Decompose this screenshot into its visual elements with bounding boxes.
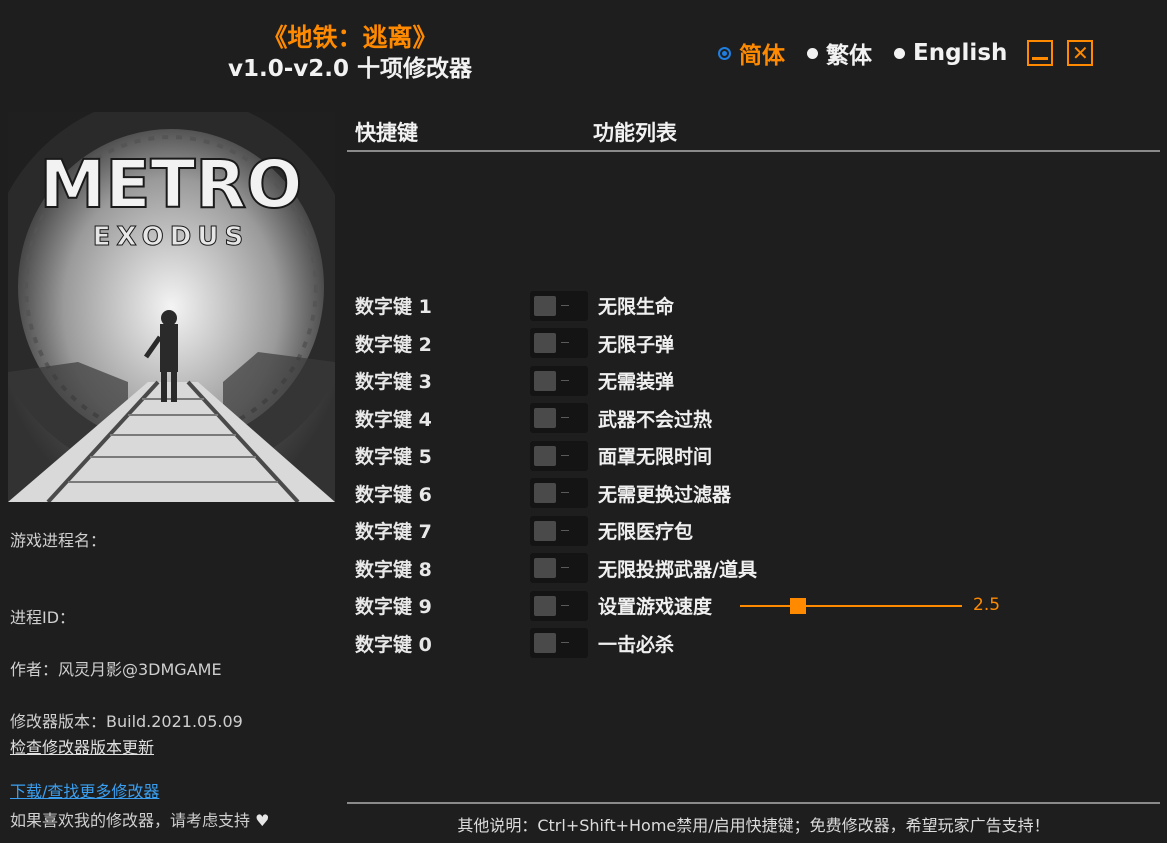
toggle-dash [561,454,569,456]
hotkey-label: 数字键 5 [355,446,432,469]
toggle-switch[interactable] [530,553,588,584]
radio-icon [894,47,905,59]
footer-note: 其他说明：Ctrl+Shift+Home禁用/启用快捷键；免费修改器，希望玩家广… [457,816,1050,835]
cheat-row: 数字键 9 设置游戏速度 2.5 [355,587,1000,625]
language-selector: 简体 繁体 English ✕ [718,36,1094,70]
feature-label: 无需装弹 [598,371,675,394]
cheat-row: 数字键 5 面罩无限时间 [355,437,757,475]
radio-selected-icon [718,46,731,60]
process-name-label: 游戏进程名： [10,531,107,550]
lang-label-simplified: 简体 [739,43,785,69]
hotkey-label: 数字键 9 [355,596,432,619]
toggle-knob [534,370,556,391]
toggle-switch[interactable] [530,478,588,509]
footer-divider [347,802,1160,804]
hotkey-label: 数字键 2 [355,333,432,356]
lang-label-english: English [913,40,1008,66]
toggle-knob [534,445,556,466]
toggle-knob [534,633,556,654]
toggle-dash [561,529,569,531]
toggle-dash [561,567,569,569]
toggle-dash [561,342,569,344]
toggle-switch[interactable] [530,628,588,659]
game-cover-image: METRO EXODUS [8,112,335,502]
hotkey-label: 数字键 4 [355,408,432,431]
author-label: 作者：风灵月影@3DMGAME [10,660,222,679]
feature-label: 无限医疗包 [598,521,694,544]
toggle-knob [534,520,556,541]
game-speed-slider-track[interactable] [740,605,962,607]
cheat-row: 数字键 2 无限子弹 [355,325,757,363]
lang-option-simplified[interactable]: 简体 [718,36,785,70]
hotkey-label: 数字键 1 [355,296,432,319]
cheat-row: 数字键 7 无限医疗包 [355,512,757,550]
cheat-row: 数字键 4 武器不会过热 [355,400,757,438]
version-label: 修改器版本：Build.2021.05.09 [10,712,243,731]
toggle-dash [561,642,569,644]
app-subtitle: v1.0-v2.0 十项修改器 [227,56,473,82]
cheat-list: 数字键 1 无限生命 数字键 2 无限子弹 数字键 3 无需装弹 数字键 4 武… [355,287,1000,663]
header-divider [347,150,1160,152]
feature-label: 无限投掷武器/道具 [598,558,757,581]
close-icon: ✕ [1072,41,1089,65]
toggle-knob [534,408,556,429]
radio-icon [807,47,818,59]
process-id-label: 进程ID： [10,608,76,627]
header: 《地铁：逃离》 v1.0-v2.0 十项修改器 [190,22,510,84]
toggle-switch[interactable] [530,515,588,546]
toggle-knob [534,333,556,354]
toggle-dash [561,604,569,606]
hotkey-label: 数字键 0 [355,633,432,656]
toggle-switch[interactable] [530,590,588,621]
cover-art: METRO EXODUS [8,112,335,502]
toggle-switch[interactable] [530,365,588,396]
support-text: 如果喜欢我的修改器，请考虑支持 [10,811,251,830]
lang-option-english[interactable]: English [894,40,1007,66]
toggle-dash [561,417,569,419]
lang-option-traditional[interactable]: 繁体 [807,36,872,70]
column-header-hotkey: 快捷键 [355,121,418,145]
toggle-knob [534,558,556,579]
toggle-switch[interactable] [530,328,588,359]
lang-label-traditional: 繁体 [826,43,872,69]
toggle-switch[interactable] [530,290,588,321]
heart-icon: ♥ [255,811,270,830]
toggle-switch[interactable] [530,403,588,434]
toggle-knob [534,483,556,504]
cover-logo-text: METRO [40,146,303,223]
cheat-row: 数字键 3 无需装弹 [355,362,757,400]
column-header-feature: 功能列表 [593,121,677,145]
toggle-switch[interactable] [530,440,588,471]
feature-label: 设置游戏速度 [598,596,713,619]
cover-sublogo-text: EXODUS [93,222,249,252]
app-title: 《地铁：逃离》 [262,23,438,52]
toggle-dash [561,304,569,306]
hotkey-label: 数字键 7 [355,521,432,544]
download-more-link[interactable]: 下载/查找更多修改器 [10,778,159,802]
check-update-link[interactable]: 检查修改器版本更新 [10,734,154,758]
cheat-row: 数字键 1 无限生命 [355,287,757,325]
feature-label: 无限生命 [598,296,675,319]
support-line: 如果喜欢我的修改器，请考虑支持 ♥ [10,807,269,831]
feature-label: 武器不会过热 [598,408,713,431]
feature-label: 无限子弹 [598,333,675,356]
game-speed-slider-thumb[interactable] [790,598,806,614]
close-button[interactable]: ✕ [1067,40,1094,66]
feature-label: 无需更换过滤器 [598,483,732,506]
toggle-dash [561,379,569,381]
toggle-knob [534,595,556,616]
game-speed-value: 2.5 [973,595,1001,615]
minimize-button[interactable] [1027,40,1054,66]
toggle-dash [561,492,569,494]
hotkey-label: 数字键 8 [355,558,432,581]
cheat-row: 数字键 8 无限投掷武器/道具 [355,550,757,588]
feature-label: 一击必杀 [598,633,675,656]
cheat-row: 数字键 0 一击必杀 [355,625,757,663]
hotkey-label: 数字键 6 [355,483,432,506]
hotkey-label: 数字键 3 [355,371,432,394]
toggle-knob [534,295,556,316]
feature-label: 面罩无限时间 [598,446,713,469]
cheat-row: 数字键 6 无需更换过滤器 [355,475,757,513]
